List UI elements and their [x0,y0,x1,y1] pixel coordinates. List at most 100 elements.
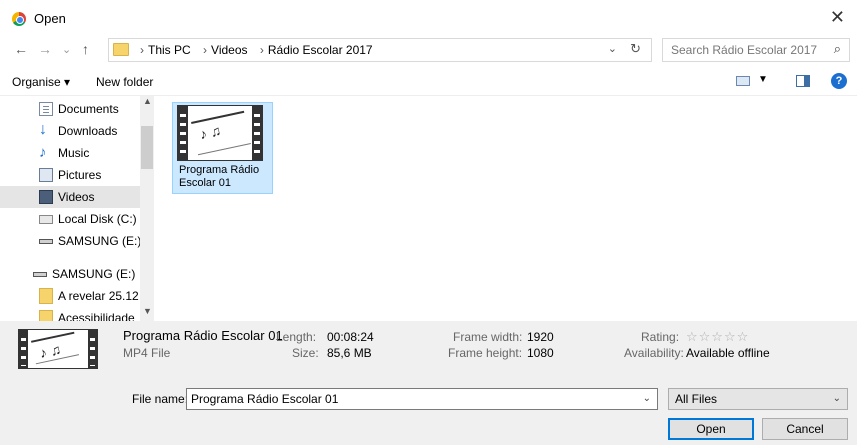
breadcrumb-radio-escolar[interactable]: Rádio Escolar 2017 [268,43,373,57]
file-dialog-footer: File name: Programa Rádio Escolar 01 ⌄ A… [0,375,857,445]
forward-arrow-icon[interactable]: → [38,41,52,57]
chevron-up-icon[interactable]: ▲ [143,96,152,106]
details-file-name: Programa Rádio Escolar 01 [123,328,283,343]
search-input[interactable]: Search Rádio Escolar 2017 [671,43,817,57]
close-icon[interactable]: ✕ [830,7,845,28]
file-type-value: All Files [675,392,718,406]
breadcrumb-videos[interactable]: Videos [211,43,247,57]
chevron-down-icon[interactable]: ⌄ [608,42,617,55]
usb-drive-icon [33,272,47,277]
frame-height-label: Frame height: [448,346,523,360]
film-strip-icon [252,106,262,160]
window-title: Open [34,11,66,26]
rating-label: Rating: [641,330,680,344]
file-name-value[interactable]: Programa Rádio Escolar 01 [191,392,338,406]
navigation-bar: ← → ⌄ ↑ › This PC › Videos › Rádio Escolar … [0,36,857,66]
music-icon: ♪ [39,144,47,161]
music-notes-icon [191,110,251,156]
search-box[interactable]: Search Rádio Escolar 2017 ⌕ [662,38,850,62]
sidebar-item-music[interactable]: ♪ Music [0,142,140,164]
film-strip-icon [178,106,188,160]
folder-icon [113,43,129,56]
sidebar-item-label: Pictures [58,168,102,182]
breadcrumb-separator: › [140,43,144,57]
size-value: 85,6 MB [327,346,372,360]
title-bar: Open ✕ [0,0,857,36]
video-thumbnail [177,105,263,161]
videos-icon [39,190,53,204]
preview-pane-icon[interactable] [796,75,810,87]
sidebar-item-folder[interactable]: Acessibilidade [0,307,140,321]
sidebar-item-label: Videos [58,190,95,204]
rating-stars[interactable]: ☆☆☆☆☆ [686,329,749,345]
sidebar-item-label: Documents [58,102,119,116]
file-name-input[interactable]: Programa Rádio Escolar 01 ⌄ [186,388,658,410]
new-folder-button[interactable]: New folder [96,75,153,89]
chevron-down-icon[interactable]: ⌄ [833,393,841,404]
breadcrumb-separator: › [203,43,208,57]
breadcrumb: › This PC › Videos › Rádio Escolar 2017 [135,43,377,57]
document-icon [39,102,53,116]
sidebar-item-local-disk[interactable]: Local Disk (C:) [0,208,140,230]
sidebar-item-videos[interactable]: Videos [0,186,140,208]
file-name-label: File name: [132,392,189,406]
video-thumbnail [18,329,98,369]
navigation-pane: Documents ↓ Downloads ♪ Music Pictures V… [0,96,154,321]
sidebar-item-pictures[interactable]: Pictures [0,164,140,186]
organise-button[interactable]: Organise ▾ [12,75,70,89]
sidebar-item-label: SAMSUNG (E:) [58,234,142,248]
breadcrumb-separator: › [259,43,264,57]
help-icon[interactable]: ? [831,73,847,89]
length-value: 00:08:24 [327,330,374,344]
cancel-button[interactable]: Cancel [762,418,848,440]
availability-label: Availability: [624,346,684,360]
chrome-icon [12,12,26,26]
folder-icon [39,288,53,304]
availability-value: Available offline [686,346,770,360]
details-file-type: MP4 File [123,346,171,360]
file-item[interactable]: Programa Rádio Escolar 01 [172,102,273,194]
sidebar-item-label: Downloads [58,124,118,138]
up-arrow-icon[interactable]: ↑ [82,41,89,57]
chevron-down-icon[interactable]: ▼ [143,306,152,316]
sidebar-scrollbar[interactable]: ▲ ▼ [140,96,154,321]
back-arrow-icon[interactable]: ← [14,41,28,57]
usb-drive-icon [39,239,53,244]
file-type-filter[interactable]: All Files ⌄ [668,388,848,410]
frame-height-value: 1080 [527,346,554,360]
sidebar-item-downloads[interactable]: ↓ Downloads [0,120,140,142]
recent-locations-icon[interactable]: ⌄ [62,43,71,56]
pictures-icon [39,168,53,182]
sidebar-item-label: SAMSUNG (E:) [52,267,136,281]
sidebar-item-samsung-root[interactable]: SAMSUNG (E:) [0,263,140,285]
sidebar-item-label: Acessibilidade [58,311,135,321]
scrollbar-thumb[interactable] [141,126,153,169]
folder-icon [39,310,53,321]
breadcrumb-this-pc[interactable]: This PC [148,43,191,57]
search-icon[interactable]: ⌕ [834,41,841,57]
sidebar-item-folder[interactable]: A revelar 25.12 [0,285,140,307]
frame-width-label: Frame width: [453,330,523,344]
sidebar-item-label: Local Disk (C:) [58,212,137,226]
length-label: Length: [276,330,317,344]
disk-icon [39,215,53,224]
file-name: Programa Rádio Escolar 01 [179,164,260,189]
sidebar-item-label: Music [58,146,90,160]
frame-width-value: 1920 [527,330,554,344]
sidebar-item-samsung[interactable]: SAMSUNG (E:) [0,230,142,252]
open-button[interactable]: Open [668,418,754,440]
download-icon: ↓ [39,121,47,138]
chevron-down-icon[interactable]: ⌄ [643,393,651,404]
refresh-icon[interactable]: ↻ [630,41,641,57]
size-label: Size: [292,346,319,360]
toolbar: Organise ▾ New folder ▼ ? [0,68,857,96]
details-pane: Programa Rádio Escolar 01 MP4 File Lengt… [0,321,857,375]
chevron-down-icon[interactable]: ▼ [758,74,768,85]
sidebar-item-documents[interactable]: Documents [0,98,140,120]
address-bar[interactable]: › This PC › Videos › Rádio Escolar 2017 ⌄ ↻ [108,38,652,62]
music-notes-icon [30,331,80,365]
film-strip-icon [88,330,97,368]
sidebar-item-label: A revelar 25.12 [58,289,139,303]
view-options-icon[interactable] [736,76,750,86]
film-strip-icon [19,330,28,368]
